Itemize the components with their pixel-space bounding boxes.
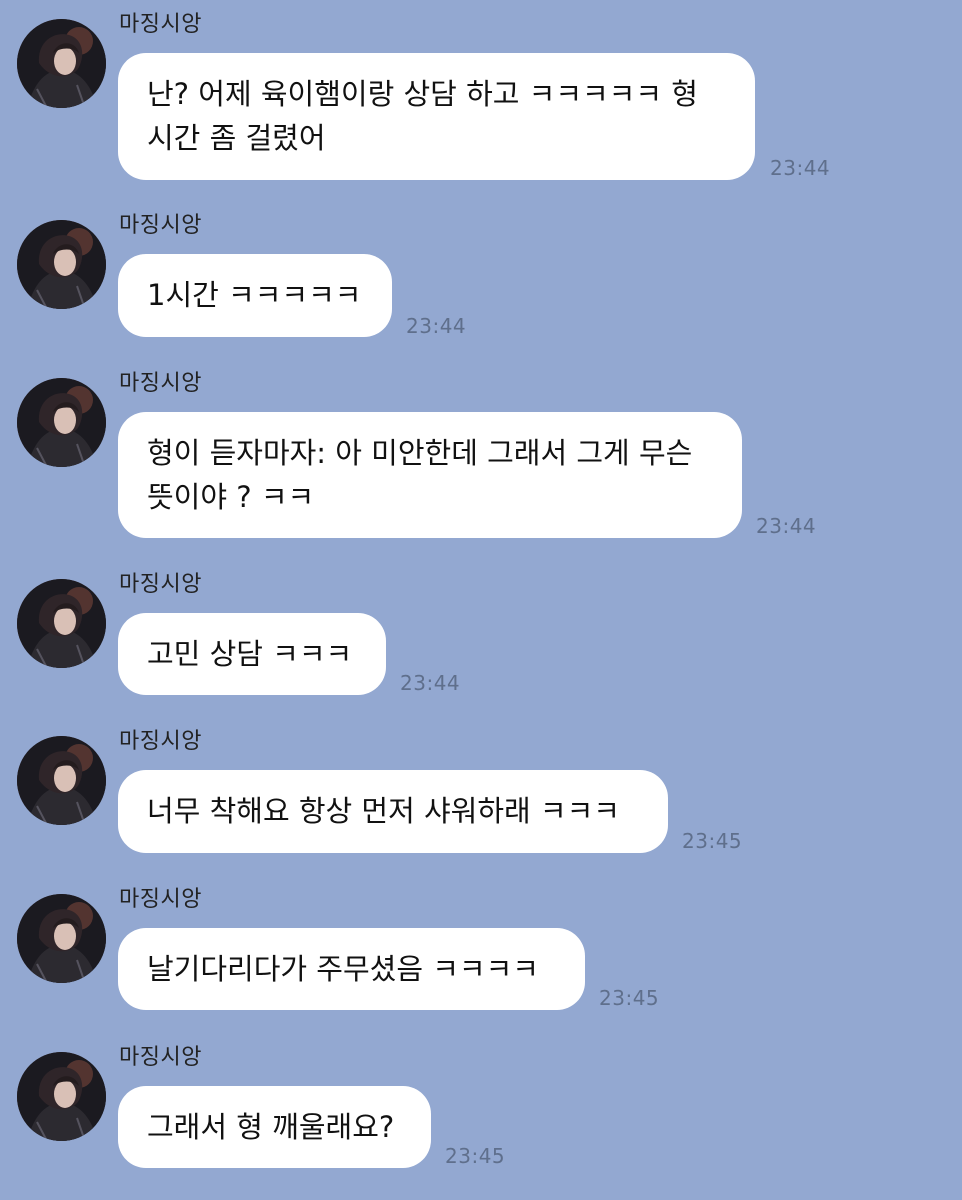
sender-avatar[interactable] xyxy=(17,736,106,825)
message-time: 23:44 xyxy=(756,514,817,538)
sender-name: 마징시앙 xyxy=(119,371,202,396)
sender-name: 마징시앙 xyxy=(119,12,202,37)
chat-area: 마징시앙 난? 어제 육이햄이랑 상담 하고 ㅋㅋㅋㅋㅋ 형 시간 좀 걸렸어 … xyxy=(0,0,962,1200)
message-time: 23:44 xyxy=(406,314,467,338)
sender-name: 마징시앙 xyxy=(119,887,202,912)
message-bubble[interactable]: 너무 착해요 항상 먼저 샤워하래 ㅋㅋㅋ xyxy=(118,770,668,853)
sender-avatar[interactable] xyxy=(17,579,106,668)
sender-name: 마징시앙 xyxy=(119,1045,202,1070)
message-bubble[interactable]: 날기다리다가 주무셨음 ㅋㅋㅋㅋ xyxy=(118,928,585,1010)
message-bubble[interactable]: 고민 상담 ㅋㅋㅋ xyxy=(118,613,386,695)
sender-avatar[interactable] xyxy=(17,1052,106,1141)
message-time: 23:45 xyxy=(445,1144,506,1168)
sender-avatar[interactable] xyxy=(17,378,106,467)
sender-avatar[interactable] xyxy=(17,220,106,309)
sender-name: 마징시앙 xyxy=(119,213,202,238)
sender-name: 마징시앙 xyxy=(119,572,202,597)
message-time: 23:45 xyxy=(599,986,660,1010)
message-bubble[interactable]: 형이 듣자마자: 아 미안한데 그래서 그게 무슨 뜻이야 ? ㅋㅋ xyxy=(118,412,742,538)
message-time: 23:44 xyxy=(770,156,831,180)
sender-avatar[interactable] xyxy=(17,894,106,983)
message-time: 23:44 xyxy=(400,671,461,695)
message-bubble[interactable]: 난? 어제 육이햄이랑 상담 하고 ㅋㅋㅋㅋㅋ 형 시간 좀 걸렸어 xyxy=(118,53,755,180)
message-bubble[interactable]: 그래서 형 깨울래요? xyxy=(118,1086,431,1168)
message-time: 23:45 xyxy=(682,829,743,853)
sender-avatar[interactable] xyxy=(17,19,106,108)
sender-name: 마징시앙 xyxy=(119,729,202,754)
message-bubble[interactable]: 1시간 ㅋㅋㅋㅋㅋ xyxy=(118,254,392,337)
